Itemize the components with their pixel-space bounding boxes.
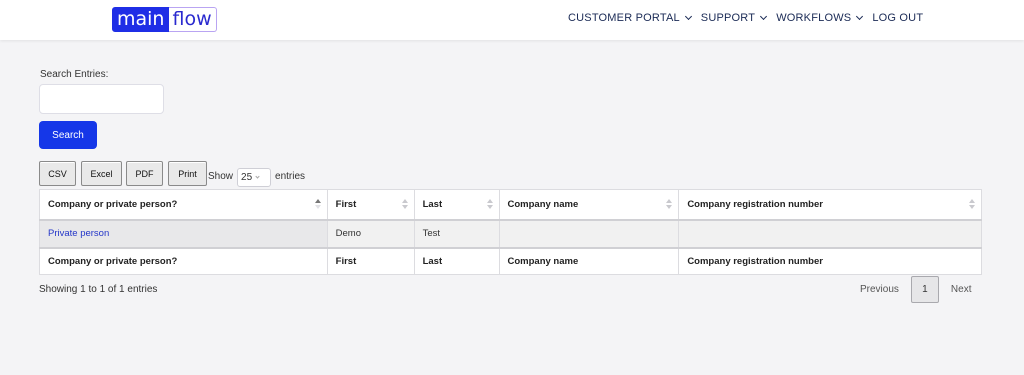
column-header-first[interactable]: First [326, 189, 415, 221]
search-button[interactable]: Search [39, 121, 97, 149]
nav-log-out-label: LOG OUT [872, 12, 924, 24]
sort-ascending-icon [314, 199, 321, 209]
excel-export-button[interactable]: Excel [81, 161, 122, 186]
column-header-company-or-private[interactable]: Company or private person? [39, 189, 328, 221]
page-length-value: 25 [241, 172, 253, 183]
next-page-button[interactable]: Next [939, 284, 982, 295]
column-header-label: Company or private person? [48, 198, 178, 210]
chevron-down-icon [760, 12, 768, 21]
nav-customer-portal-label: CUSTOMER PORTAL [568, 12, 680, 24]
page-length-control: Show 25 entries [208, 165, 305, 187]
nav-workflows[interactable]: WORKFLOWS [776, 12, 864, 24]
nav-support-label: SUPPORT [700, 12, 756, 24]
sort-icon [969, 199, 975, 209]
nav-log-out[interactable]: LOG OUT [872, 12, 923, 24]
column-footer-label: Company registration number [678, 246, 982, 275]
search-label: Search Entries: [40, 69, 109, 80]
column-header-label: Company name [507, 198, 579, 210]
column-footer-label: Company or private person? [39, 246, 328, 275]
sort-icon [486, 199, 493, 209]
column-footer-label: Company name [498, 246, 680, 275]
pdf-export-button[interactable]: PDF [126, 161, 163, 186]
csv-export-button[interactable]: CSV [39, 161, 76, 186]
table-cell: Private person [39, 219, 328, 248]
column-header-company-registration-number[interactable]: Company registration number [678, 189, 982, 221]
previous-page-button[interactable]: Previous [848, 284, 911, 295]
column-footer-label: Last [413, 246, 500, 275]
table-cell [498, 219, 680, 248]
column-header-last[interactable]: Last [413, 189, 500, 221]
chevron-down-icon [255, 174, 260, 179]
nav-customer-portal[interactable]: CUSTOMER PORTAL [568, 12, 692, 24]
show-label: Show [208, 170, 234, 182]
table-cell: Test [413, 219, 500, 248]
print-button[interactable]: Print [168, 161, 207, 186]
mainflow-logo[interactable]: main flow [112, 7, 217, 32]
page-number-button[interactable]: 1 [910, 276, 939, 303]
chevron-down-icon [684, 12, 692, 21]
logo-main-text: main [112, 7, 170, 32]
page-length-select[interactable]: 25 [237, 168, 272, 187]
logo-flow-text: flow [169, 7, 217, 32]
top-navbar: main flow CUSTOMER PORTAL SUPPORT WORKFL… [0, 0, 1024, 40]
column-footer-label: First [326, 246, 415, 275]
search-input[interactable] [39, 84, 164, 114]
column-header-company-name[interactable]: Company name [498, 189, 680, 221]
column-header-label: Last [422, 198, 443, 210]
table-row: Private person Demo Test [39, 219, 982, 248]
table-info: Showing 1 to 1 of 1 entries [39, 284, 158, 295]
main-nav: CUSTOMER PORTAL SUPPORT WORKFLOWS LOG OU… [568, 12, 923, 24]
column-header-label: Company registration number [687, 198, 823, 210]
sort-icon [401, 199, 408, 209]
column-header-label: First [335, 198, 357, 210]
table-cell [678, 219, 982, 248]
sort-icon [666, 199, 673, 209]
table-header-row: Company or private person? First Last Co… [39, 189, 982, 221]
nav-workflows-label: WORKFLOWS [776, 12, 852, 24]
entries-table: Company or private person? First Last Co… [39, 189, 982, 275]
pagination: Previous 1 Next [848, 276, 981, 303]
entries-label: entries [275, 170, 306, 182]
chevron-down-icon [856, 12, 864, 21]
nav-support[interactable]: SUPPORT [700, 12, 768, 24]
entry-link[interactable]: Private person [48, 228, 109, 239]
table-footer-row: Company or private person? First Last Co… [39, 246, 982, 275]
table-cell: Demo [326, 219, 415, 248]
